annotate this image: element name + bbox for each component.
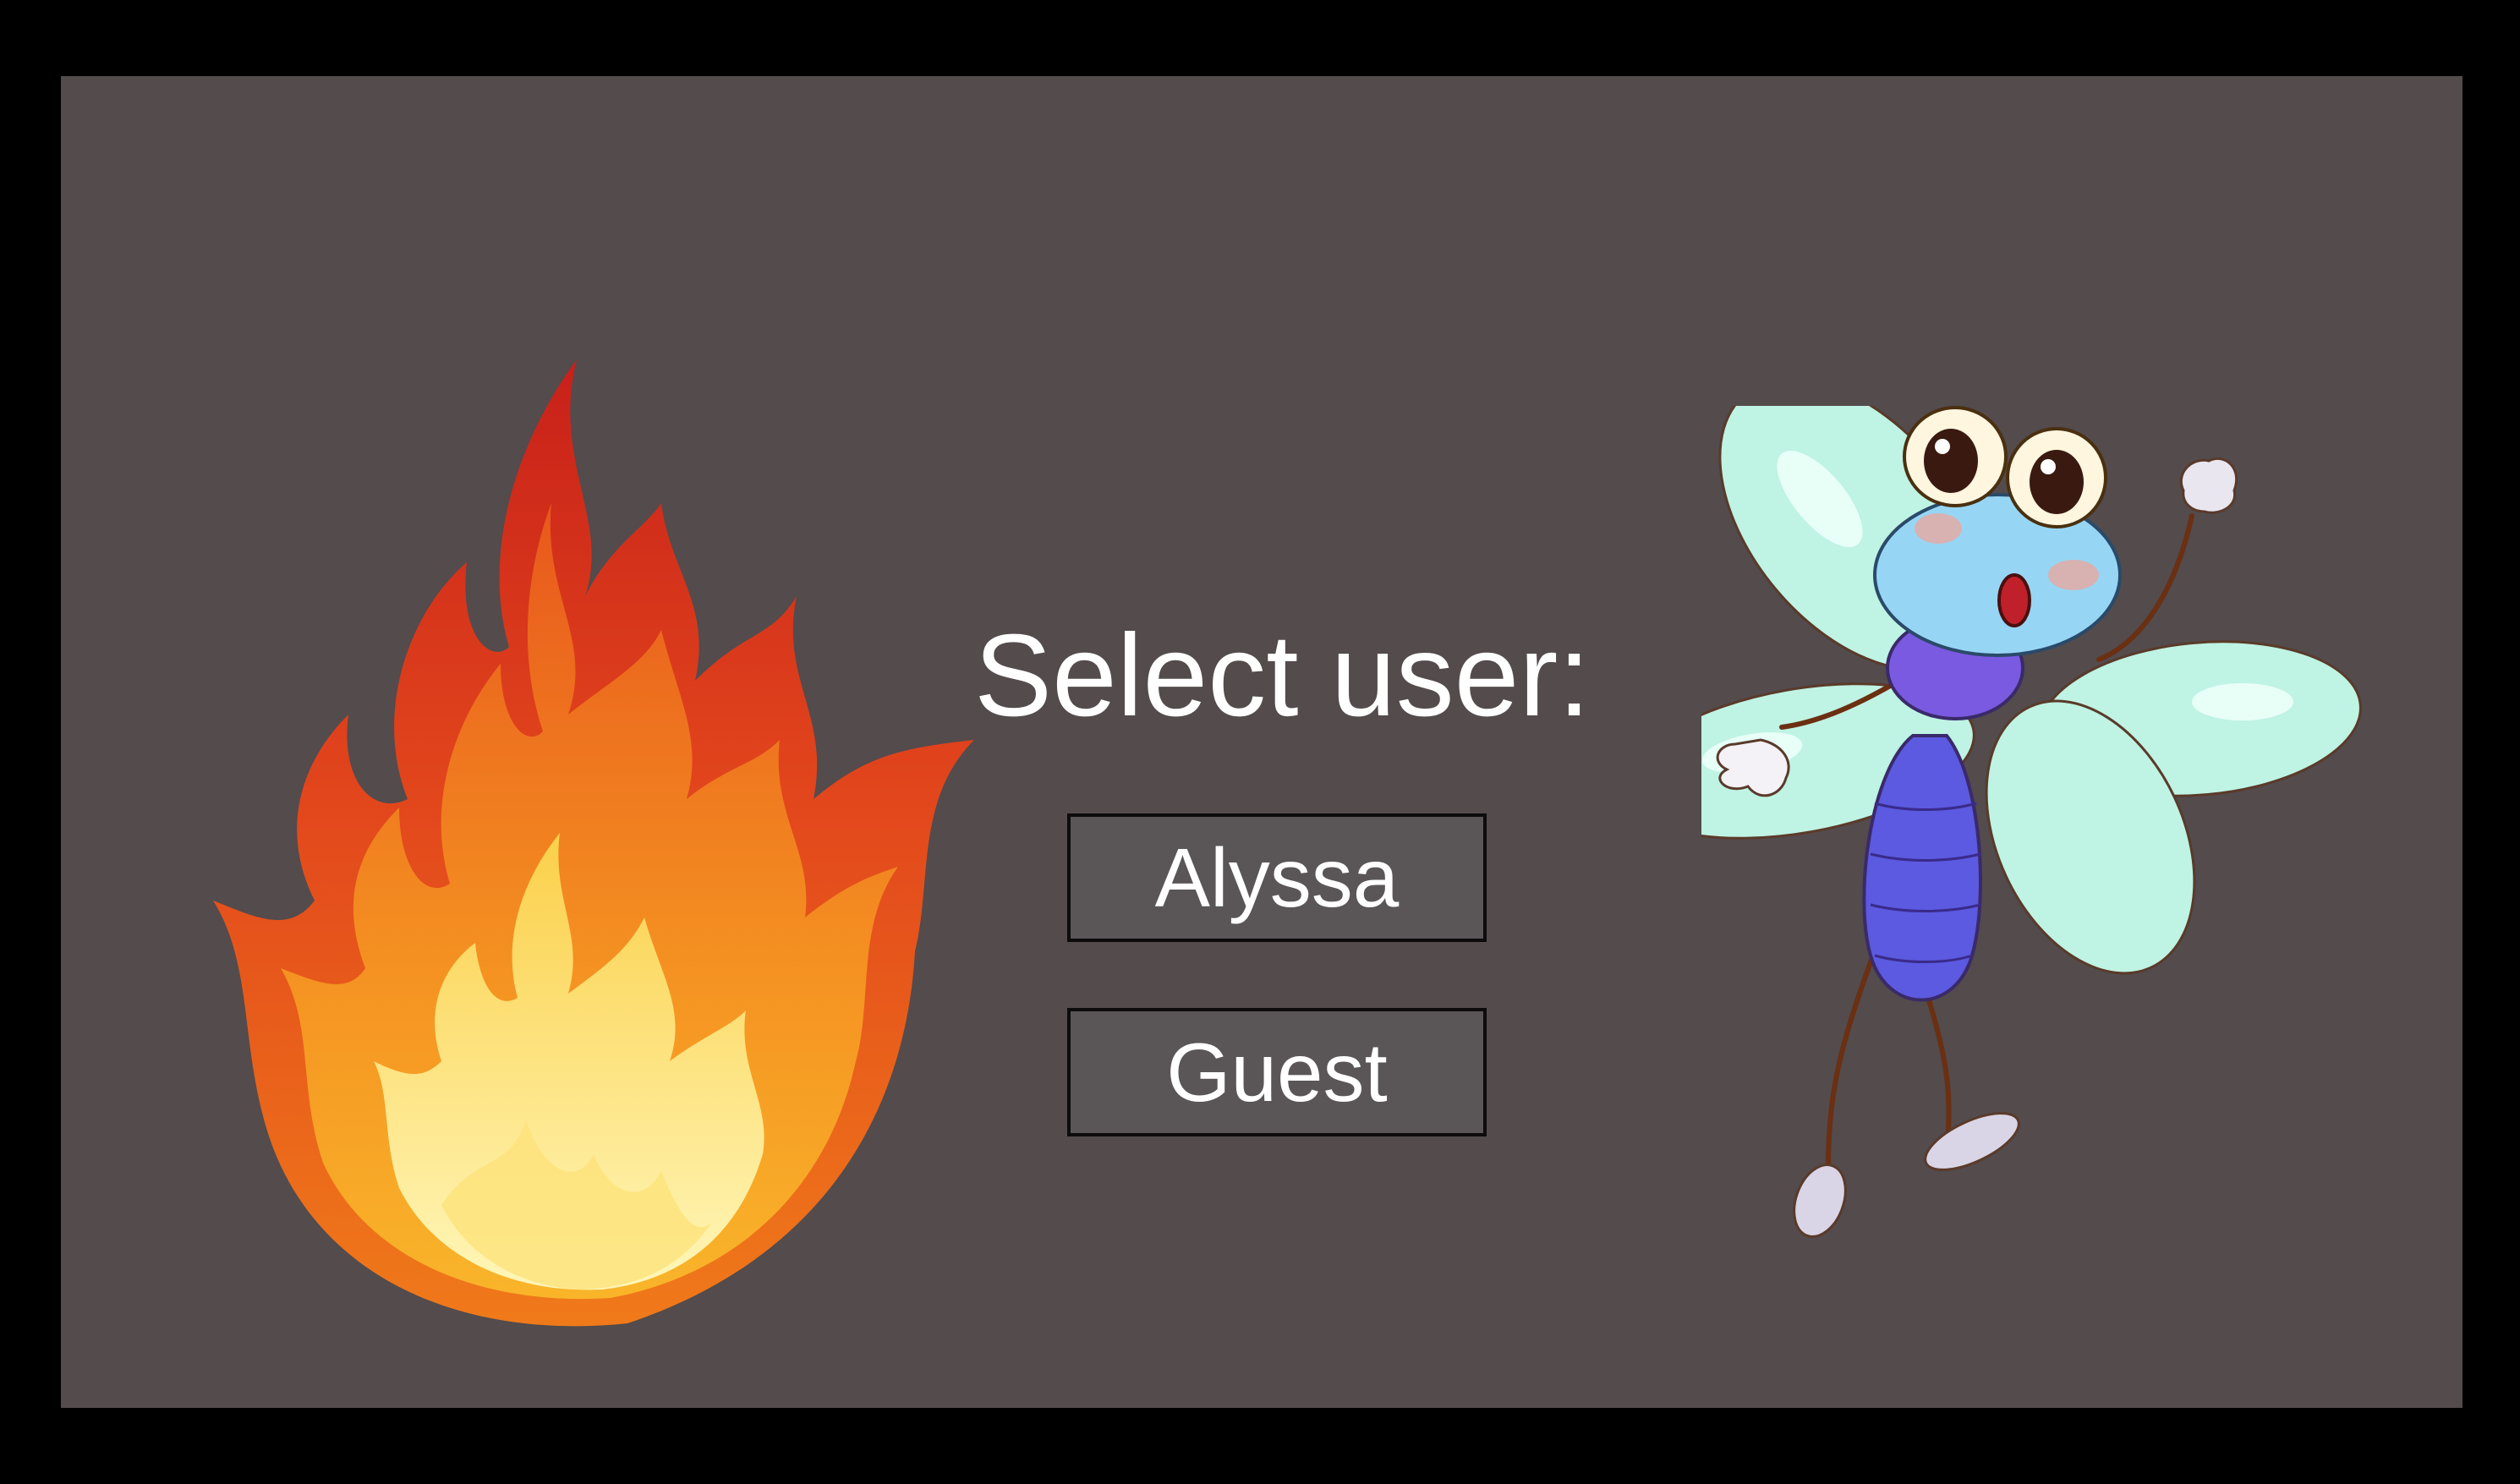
user-button-alyssa[interactable]: Alyssa	[1067, 813, 1487, 942]
dragonfly-icon	[1701, 406, 2362, 1238]
device-frame: Select user: Alyssa Guest	[0, 0, 2520, 1484]
user-button-guest[interactable]: Guest	[1067, 1008, 1487, 1136]
fire-icon	[213, 359, 974, 1327]
user-button-label: Guest	[1166, 1025, 1388, 1119]
user-select-screen: Select user: Alyssa Guest	[61, 76, 2462, 1408]
user-button-label: Alyssa	[1154, 830, 1400, 924]
page-title: Select user:	[974, 611, 1591, 741]
